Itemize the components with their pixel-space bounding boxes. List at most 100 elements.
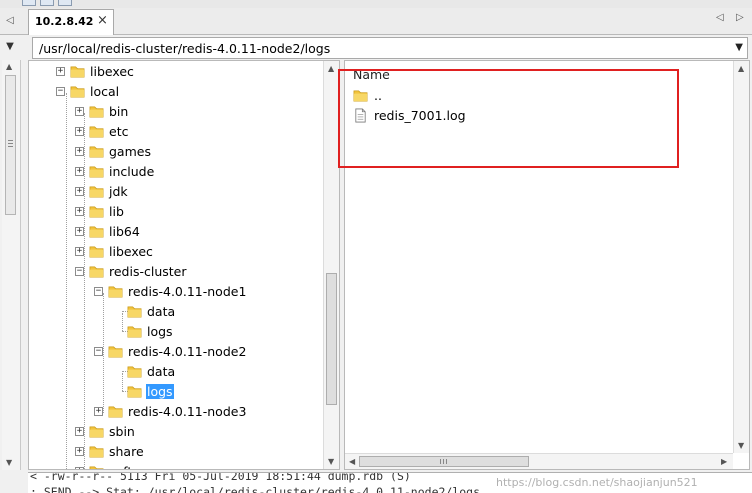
toolbar-icon[interactable] [22, 0, 36, 6]
tree-item-label: lib [109, 204, 124, 219]
tree-item[interactable]: + etc [29, 123, 319, 143]
expand-icon[interactable]: + [75, 187, 84, 196]
toolbar-icon[interactable] [58, 0, 72, 6]
expand-icon[interactable]: + [75, 467, 84, 469]
highlight-box [338, 69, 679, 168]
expand-icon[interactable]: + [94, 407, 103, 416]
tree-item-label: redis-cluster [109, 264, 187, 279]
tree-item[interactable]: + libexec [29, 63, 319, 83]
tree-item-label: share [109, 444, 144, 459]
folder-icon [127, 306, 142, 318]
tree-item[interactable]: − redis-cluster [29, 263, 319, 283]
expand-icon[interactable]: + [75, 247, 84, 256]
folder-icon [108, 286, 123, 298]
tree-item[interactable]: + sbin [29, 423, 319, 443]
tree-item[interactable]: + bin [29, 103, 319, 123]
tree-item[interactable]: + jdk [29, 183, 319, 203]
path-field[interactable]: /usr/local/redis-cluster/redis-4.0.11-no… [32, 37, 748, 59]
tree-item[interactable]: + lib [29, 203, 319, 223]
scroll-up-icon[interactable]: ▲ [328, 64, 334, 73]
console-line: < -rw-r--r-- 5113 Fri 05-Jul-2019 18:51:… [30, 472, 411, 483]
tree-item[interactable]: − local [29, 83, 319, 103]
session-tab[interactable]: 10.2.8.42 × [28, 9, 114, 35]
folder-icon [89, 206, 104, 218]
close-tab-icon[interactable]: × [97, 13, 108, 28]
expand-icon[interactable]: + [56, 67, 65, 76]
scroll-down-icon[interactable]: ▼ [738, 441, 744, 450]
folder-icon [108, 406, 123, 418]
expand-icon[interactable]: + [75, 447, 84, 456]
tree-vertical-scrollbar[interactable]: ▲ ▼ [323, 61, 339, 469]
expand-icon[interactable]: + [75, 207, 84, 216]
scroll-up-icon[interactable]: ▲ [738, 64, 744, 73]
folder-icon [89, 426, 104, 438]
folder-icon [89, 186, 104, 198]
tree-item-label: redis-4.0.11-node2 [128, 344, 247, 359]
folder-icon [127, 366, 142, 378]
tree-item-label: lib64 [109, 224, 140, 239]
tree-item-label: data [147, 364, 176, 379]
tree-item-label: data [147, 304, 176, 319]
left-panel-arrow-icon[interactable]: ◁ [0, 8, 20, 34]
folder-icon [127, 326, 142, 338]
tree-item[interactable]: logs [29, 323, 319, 343]
tree-item-label: local [90, 84, 120, 99]
folder-icon [89, 166, 104, 178]
tree-item-label: include [109, 164, 155, 179]
collapse-icon[interactable]: − [75, 267, 84, 276]
scroll-down-icon[interactable]: ▼ [6, 458, 12, 467]
tree-item-label: libexec [90, 64, 134, 79]
folder-icon [127, 386, 142, 398]
tab-scroll-left-icon[interactable]: ◁ [716, 12, 724, 23]
file-list-vertical-scrollbar[interactable]: ▲ ▼ [733, 61, 749, 453]
tree-item-label: redis-4.0.11-node3 [128, 404, 247, 419]
path-value: /usr/local/redis-cluster/redis-4.0.11-no… [39, 41, 331, 56]
folder-icon [89, 106, 104, 118]
expand-icon[interactable]: + [75, 127, 84, 136]
file-list-horizontal-scrollbar[interactable]: ◀ ▶ [345, 453, 733, 469]
folder-icon [89, 246, 104, 258]
tree-item[interactable]: logs [29, 383, 319, 403]
tree-item[interactable]: − redis-4.0.11-node1 [29, 283, 319, 303]
left-pane-dropdown-icon[interactable]: ▼ [0, 36, 20, 58]
tree-item-label: logs [147, 324, 173, 339]
scroll-down-icon[interactable]: ▼ [328, 457, 334, 466]
expand-icon[interactable]: + [75, 147, 84, 156]
collapse-icon[interactable]: − [94, 347, 103, 356]
tree-item[interactable]: − redis-4.0.11-node2 [29, 343, 319, 363]
scroll-up-icon[interactable]: ▲ [6, 62, 12, 71]
folder-icon [89, 146, 104, 158]
tree-item[interactable]: + redis-4.0.11-node3 [29, 403, 319, 423]
toolbar-icon[interactable] [40, 0, 54, 6]
folder-icon [89, 226, 104, 238]
tree-scroll-thumb[interactable] [326, 273, 337, 405]
tab-scroll-right-icon[interactable]: ▷ [736, 12, 744, 23]
expand-icon[interactable]: + [75, 107, 84, 116]
tree-item-label: etc [109, 124, 129, 139]
tree-item[interactable]: + lib64 [29, 223, 319, 243]
tree-item[interactable]: + share [29, 443, 319, 463]
horizontal-scroll-thumb[interactable] [359, 456, 529, 467]
left-narrow-scroll-thumb[interactable] [5, 75, 16, 215]
folder-icon [89, 466, 104, 469]
expand-icon[interactable]: + [75, 227, 84, 236]
watermark: https://blog.csdn.net/shaojianjun521 [496, 476, 698, 489]
collapse-icon[interactable]: − [56, 87, 65, 96]
collapse-icon[interactable]: − [94, 287, 103, 296]
path-dropdown-icon[interactable]: ▼ [735, 42, 743, 53]
tree-item[interactable]: + include [29, 163, 319, 183]
tree-item-label: jdk [109, 184, 128, 199]
scroll-left-icon[interactable]: ◀ [349, 457, 355, 466]
folder-icon [89, 446, 104, 458]
scroll-right-icon[interactable]: ▶ [721, 457, 727, 466]
tree-item-label: bin [109, 104, 129, 119]
expand-icon[interactable]: + [75, 167, 84, 176]
tree-item[interactable]: + software [29, 463, 319, 469]
tree-item[interactable]: + games [29, 143, 319, 163]
folder-icon [89, 126, 104, 138]
tree-item[interactable]: data [29, 303, 319, 323]
tree-item[interactable]: data [29, 363, 319, 383]
tree-item-label: sbin [109, 424, 135, 439]
expand-icon[interactable]: + [75, 427, 84, 436]
tree-item[interactable]: + libexec [29, 243, 319, 263]
